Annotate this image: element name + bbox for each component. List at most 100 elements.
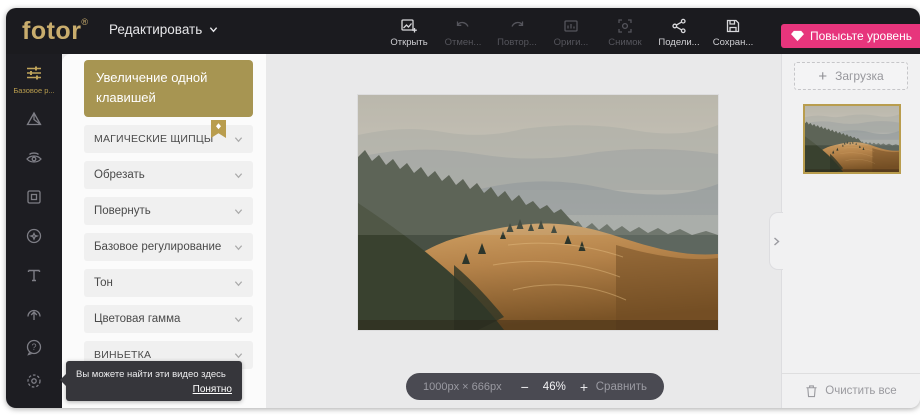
snapshot-label: Снимок [608, 37, 641, 48]
share-button[interactable]: Подели... [652, 13, 706, 48]
trash-icon [805, 384, 818, 398]
frames-icon [24, 187, 44, 207]
section-magic-clippers[interactable]: МАГИЧЕСКИЕ ЩИПЦЫ [84, 125, 253, 153]
zoom-level: 46% [543, 381, 566, 393]
plus-icon: + [818, 68, 827, 85]
section-label: ВИНЬЕТКА [94, 349, 151, 361]
chevron-down-icon [234, 351, 243, 360]
clear-all-button[interactable]: Очистить все [782, 373, 920, 408]
clear-all-label: Очистить все [825, 385, 896, 397]
collapse-panel-handle[interactable] [769, 212, 783, 270]
edited-photo[interactable] [358, 95, 718, 330]
sidebar-item-effects[interactable] [24, 109, 44, 134]
beauty-eye-icon [24, 148, 44, 168]
redo-label: Повтор... [497, 37, 537, 48]
upload-button[interactable]: + Загрузка [794, 62, 908, 90]
open-image-icon [400, 17, 418, 35]
save-icon [724, 17, 742, 35]
settings-button[interactable] [24, 371, 44, 396]
section-basic-adjust[interactable]: Базовое регулирование [84, 233, 253, 261]
sidebar-item-upload[interactable] [24, 304, 44, 329]
top-nav: fotor® Редактировать Открыть Отмен... По… [6, 8, 920, 54]
chevron-down-icon [234, 135, 243, 144]
snapshot-icon [616, 17, 634, 35]
section-label: Тон [94, 277, 113, 289]
svg-text:?: ? [31, 342, 36, 352]
section-label: МАГИЧЕСКИЕ ЩИПЦЫ [94, 133, 213, 145]
redo-button[interactable]: Повтор... [490, 13, 544, 48]
adjust-sliders-icon [24, 63, 44, 83]
chevron-down-icon [234, 171, 243, 180]
redo-icon [508, 17, 526, 35]
video-help-tooltip: Вы можете найти эти видео здесь Понятно [66, 361, 242, 401]
app-window: fotor® Редактировать Открыть Отмен... По… [6, 8, 920, 408]
bookmark-icon [211, 120, 226, 138]
share-icon [670, 17, 688, 35]
section-rotate[interactable]: Повернуть [84, 197, 253, 225]
sidebar-footer: ? [24, 337, 44, 396]
section-tone[interactable]: Тон [84, 269, 253, 297]
upgrade-label: Повысьте уровень [810, 29, 912, 43]
section-label: Обрезать [94, 169, 145, 181]
share-label: Подели... [658, 37, 699, 48]
chevron-down-icon [234, 243, 243, 252]
edit-panel: Увеличение одной клавишей МАГИЧЕСКИЕ ЩИП… [62, 54, 266, 408]
upload-label: Загрузка [835, 69, 884, 83]
sidebar-item-basic-edit[interactable]: Базовое р... [13, 54, 54, 95]
original-label: Ориги... [554, 37, 589, 48]
main-body: Базовое р... ? [6, 54, 920, 408]
original-icon [562, 17, 580, 35]
sticker-icon [24, 226, 44, 246]
gem-icon [791, 30, 804, 42]
undo-button[interactable]: Отмен... [436, 13, 490, 48]
chevron-down-icon [209, 25, 218, 34]
open-button[interactable]: Открыть [382, 13, 436, 48]
upgrade-button[interactable]: Повысьте уровень [781, 24, 920, 48]
toolbar: Открыть Отмен... Повтор... Ориги... Сним… [382, 13, 760, 48]
edit-menu[interactable]: Редактировать [109, 22, 218, 37]
original-button[interactable]: Ориги... [544, 13, 598, 48]
image-thumbnail[interactable] [803, 104, 901, 174]
chevron-down-icon [234, 207, 243, 216]
chevron-down-icon [234, 315, 243, 324]
tool-sidebar: Базовое р... ? [6, 54, 62, 408]
section-crop[interactable]: Обрезать [84, 161, 253, 189]
settings-gear-icon [24, 371, 44, 391]
tooltip-text: Вы можете найти эти видео здесь [76, 369, 232, 380]
text-tool-icon [24, 265, 44, 285]
chevron-right-icon [773, 237, 780, 246]
fotor-logo[interactable]: fotor® [22, 17, 89, 46]
sidebar-item-frames[interactable] [24, 187, 44, 212]
logo-text: fotor [22, 17, 81, 45]
uploads-panel: + Загрузка Очистить все [781, 54, 920, 408]
help-button[interactable]: ? [24, 337, 44, 362]
cloud-upload-icon [24, 304, 44, 324]
edit-menu-label: Редактировать [109, 22, 202, 37]
tooltip-arrow [60, 374, 66, 386]
sidebar-active-label: Базовое р... [13, 86, 54, 95]
sidebar-item-stickers[interactable] [24, 226, 44, 251]
open-label: Открыть [390, 37, 427, 48]
registered-mark: ® [81, 17, 88, 27]
zoom-in-button[interactable]: + [578, 379, 590, 395]
canvas-area: 1000px × 666px − 46% + Сравнить [266, 54, 781, 408]
section-label: Повернуть [94, 205, 151, 217]
save-label: Сохран... [713, 37, 754, 48]
undo-label: Отмен... [445, 37, 482, 48]
save-button[interactable]: Сохран... [706, 13, 760, 48]
undo-icon [454, 17, 472, 35]
section-color-gamma[interactable]: Цветовая гамма [84, 305, 253, 333]
snapshot-button[interactable]: Снимок [598, 13, 652, 48]
effects-prism-icon [24, 109, 44, 129]
section-label: Цветовая гамма [94, 313, 180, 325]
compare-button[interactable]: Сравнить [596, 381, 647, 393]
one-tap-enhance-button[interactable]: Увеличение одной клавишей [84, 60, 253, 117]
zoom-out-button[interactable]: − [519, 379, 531, 395]
help-icon: ? [24, 337, 44, 357]
zoom-bar: 1000px × 666px − 46% + Сравнить [406, 373, 664, 400]
tooltip-dismiss-link[interactable]: Понятно [76, 384, 232, 395]
image-size-label: 1000px × 666px [423, 381, 502, 393]
section-label: Базовое регулирование [94, 241, 221, 253]
sidebar-item-beauty[interactable] [24, 148, 44, 173]
sidebar-item-text[interactable] [24, 265, 44, 290]
